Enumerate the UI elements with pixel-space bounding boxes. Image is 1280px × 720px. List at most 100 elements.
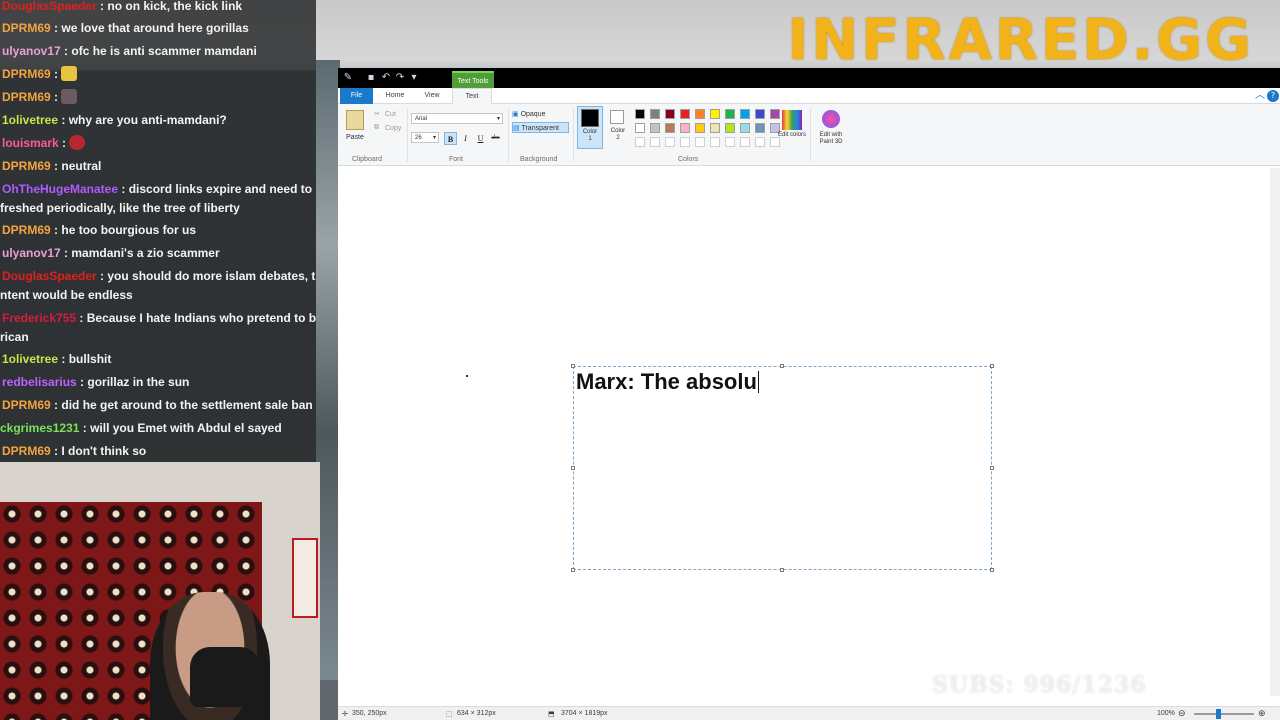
font-size-select[interactable]: 26 ▾ xyxy=(411,132,439,143)
palette-swatch[interactable] xyxy=(740,109,750,119)
chat-message: 1olivetree : why are you anti-mamdani? xyxy=(0,111,316,130)
chat-text: : gorillaz in the sun xyxy=(80,375,190,389)
zoom-slider[interactable] xyxy=(1194,713,1254,715)
palette-swatch[interactable] xyxy=(680,123,690,133)
chat-text: : you should do more islam debates, the xyxy=(100,269,316,283)
edit-colors-button[interactable]: Edit colors xyxy=(776,132,808,139)
transparent-icon: ▤ xyxy=(513,125,520,132)
text-box[interactable]: Marx: The absolu xyxy=(571,364,994,572)
font-group-label: Font xyxy=(449,156,464,163)
chat-text: : I don't think so xyxy=(54,444,147,458)
palette-swatch[interactable] xyxy=(740,123,750,133)
selection-size: 634 × 312px xyxy=(457,710,496,717)
zoom-slider-thumb[interactable] xyxy=(1216,709,1221,719)
copy-button[interactable]: Copy xyxy=(385,125,401,132)
yellow-emote-icon xyxy=(61,66,78,81)
font-size-value: 26 xyxy=(415,135,422,141)
undo-icon[interactable]: ↶ xyxy=(380,72,392,84)
resize-handle[interactable] xyxy=(571,568,575,572)
paste-button[interactable]: Paste xyxy=(346,134,364,141)
chat-message: DPRM69 : we love that around here gorill… xyxy=(0,19,316,38)
zoom-out-icon[interactable]: ⊖ xyxy=(1178,708,1186,719)
strikethrough-button[interactable]: abc xyxy=(489,132,502,145)
chat-text: : bullshit xyxy=(61,352,112,366)
text-box-content[interactable]: Marx: The absolu xyxy=(576,369,759,395)
font-family-select[interactable]: Arial ▾ xyxy=(411,113,503,124)
help-icon[interactable]: ? xyxy=(1267,90,1279,102)
chat-message: ckgrimes1231 : will you Emet with Abdul … xyxy=(0,419,316,438)
chat-overlay: DouglasSpaeder : no on kick, the kick li… xyxy=(0,0,316,462)
palette-swatch[interactable] xyxy=(650,123,660,133)
paint-window: ✎ ▪ ↶ ↷ ▾ Text Tools File Home View Text… xyxy=(338,68,1280,720)
microphone-icon xyxy=(190,647,260,707)
text-tools-contextual-tab: Text Tools xyxy=(452,71,494,88)
color2-button[interactable]: Color 2 xyxy=(606,106,632,149)
palette-swatch[interactable] xyxy=(755,123,765,133)
resize-handle[interactable] xyxy=(780,568,784,572)
underline-button[interactable]: U xyxy=(474,132,487,145)
chat-message: DPRM69 : neutral xyxy=(0,157,316,176)
palette-swatch[interactable] xyxy=(635,123,645,133)
separator xyxy=(810,108,811,162)
paint-app-icon: ✎ xyxy=(343,72,353,83)
chat-text: : he too bourgious for us xyxy=(54,223,197,237)
transparent-button[interactable]: ▤ Transparent xyxy=(512,122,569,133)
palette-swatch[interactable] xyxy=(695,123,705,133)
cut-button[interactable]: Cut xyxy=(385,111,396,118)
palette-swatch-empty[interactable] xyxy=(725,137,735,147)
palette-swatch[interactable] xyxy=(680,109,690,119)
palette-swatch-empty[interactable] xyxy=(710,137,720,147)
resize-handle[interactable] xyxy=(990,466,994,470)
palette-swatch[interactable] xyxy=(770,109,780,119)
palette-swatch[interactable] xyxy=(650,109,660,119)
chat-username: DPRM69 xyxy=(2,90,51,104)
chat-username: louismark xyxy=(2,136,59,150)
drawing-canvas[interactable]: Marx: The absolu xyxy=(338,166,1280,706)
palette-swatch[interactable] xyxy=(695,109,705,119)
palette-swatch[interactable] xyxy=(635,109,645,119)
edit-with-paint3d-button[interactable]: Edit with Paint 3D xyxy=(814,132,848,146)
palette-swatch[interactable] xyxy=(710,123,720,133)
palette-swatch-empty[interactable] xyxy=(740,137,750,147)
tab-view[interactable]: View xyxy=(418,88,446,104)
palette-swatch-empty[interactable] xyxy=(635,137,645,147)
zoom-in-icon[interactable]: ⊕ xyxy=(1258,708,1266,719)
tab-home[interactable]: Home xyxy=(380,88,410,104)
palette-swatch[interactable] xyxy=(725,123,735,133)
palette-swatch-empty[interactable] xyxy=(695,137,705,147)
resize-handle[interactable] xyxy=(780,364,784,368)
chat-username: ulyanov17 xyxy=(2,246,61,260)
collapse-ribbon-icon[interactable]: ︿ xyxy=(1254,90,1266,102)
palette-swatch[interactable] xyxy=(710,109,720,119)
palette-swatch-empty[interactable] xyxy=(650,137,660,147)
palette-swatch-empty[interactable] xyxy=(680,137,690,147)
chat-text: : neutral xyxy=(54,159,102,173)
title-bar: ✎ ▪ ↶ ↷ ▾ Text Tools xyxy=(338,68,1280,88)
ribbon-tabs: File Home View Text ︿ ? xyxy=(338,88,1280,104)
chat-username: DPRM69 xyxy=(2,444,51,458)
paste-icon[interactable] xyxy=(346,110,364,130)
bold-button[interactable]: B xyxy=(444,132,457,145)
palette-swatch[interactable] xyxy=(755,109,765,119)
resize-handle[interactable] xyxy=(571,466,575,470)
resize-handle[interactable] xyxy=(990,364,994,368)
chat-text: : xyxy=(62,136,67,150)
save-icon[interactable]: ▪ xyxy=(365,72,377,84)
palette-swatch[interactable] xyxy=(665,123,675,133)
customize-toolbar-icon[interactable]: ▾ xyxy=(408,72,420,84)
italic-button[interactable]: I xyxy=(459,132,472,145)
redo-icon[interactable]: ↷ xyxy=(394,72,406,84)
palette-swatch[interactable] xyxy=(725,109,735,119)
palette-swatch-empty[interactable] xyxy=(665,137,675,147)
palette-swatch[interactable] xyxy=(665,109,675,119)
vertical-scrollbar[interactable] xyxy=(1270,168,1280,696)
palette-swatch-empty[interactable] xyxy=(755,137,765,147)
tab-text[interactable]: Text xyxy=(452,88,492,104)
chat-username: OhTheHugeManatee xyxy=(2,182,119,196)
tab-file[interactable]: File xyxy=(340,88,373,104)
color1-button[interactable]: Color 1 xyxy=(577,106,603,149)
separator xyxy=(573,108,574,162)
resize-handle[interactable] xyxy=(990,568,994,572)
resize-handle[interactable] xyxy=(571,364,575,368)
opaque-button[interactable]: ▣ Opaque xyxy=(512,109,569,120)
